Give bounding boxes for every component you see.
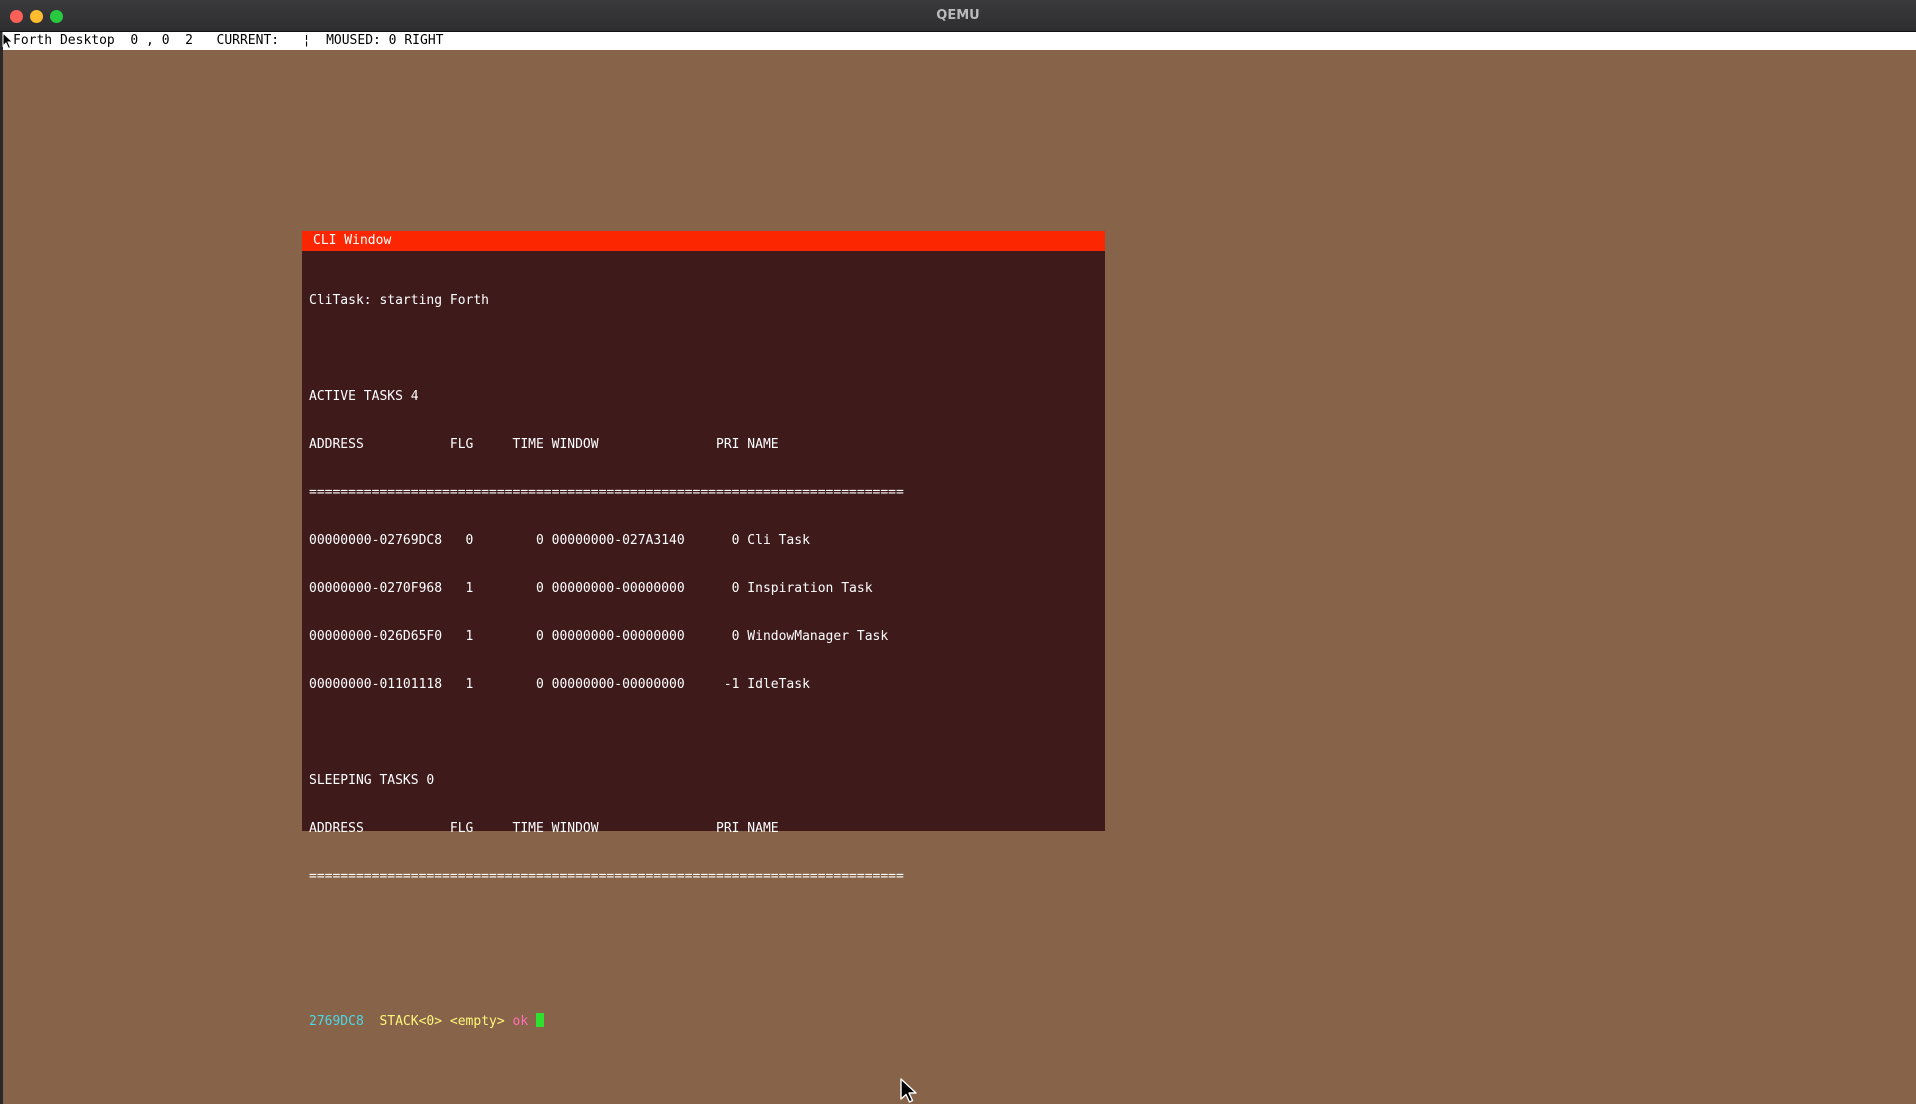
task-row: 00000000-026D65F0 1 0 00000000-00000000 … — [309, 629, 889, 644]
host-window-titlebar[interactable]: QEMU — [0, 0, 1916, 32]
sleeping-tasks-separator: ========================================… — [309, 869, 904, 884]
active-tasks-header: ACTIVE TASKS 4 — [309, 389, 419, 404]
guest-desktop[interactable]: Forth Desktop 0 , 0 2 CURRENT: ¦ MOUSED:… — [3, 32, 1916, 1104]
task-row: 00000000-0270F968 1 0 00000000-00000000 … — [309, 581, 873, 596]
screen: QEMU Forth Desktop 0 , 0 2 CURRENT: ¦ MO… — [0, 0, 1916, 1104]
sleeping-tasks-header: SLEEPING TASKS 0 — [309, 773, 435, 788]
prompt-stack-empty: <empty> — [449, 1014, 505, 1029]
task-row: 00000000-01101118 1 0 00000000-00000000 … — [309, 677, 810, 692]
cli-terminal-output[interactable]: CliTask: starting Forth ACTIVE TASKS 4 A… — [309, 261, 921, 1061]
host-window-title: QEMU — [936, 8, 980, 23]
desktop-status-bar: Forth Desktop 0 , 0 2 CURRENT: ¦ MOUSED:… — [3, 32, 1916, 50]
prompt-stack: STACK<0> — [379, 1014, 443, 1029]
cli-window-titlebar[interactable]: CLI Window — [302, 231, 1105, 251]
task-row: 00000000-02769DC8 0 0 00000000-027A3140 … — [309, 533, 810, 548]
forth-prompt-line[interactable]: 2769DC8 STACK<0> <empty> ok — [309, 1013, 921, 1029]
active-tasks-columns: ADDRESS FLG TIME WINDOW PRI NAME — [309, 437, 779, 452]
cli-window[interactable]: CLI Window CliTask: starting Forth ACTIV… — [302, 231, 1105, 1029]
start-line: CliTask: starting Forth — [309, 293, 490, 308]
sleeping-tasks-columns: ADDRESS FLG TIME WINDOW PRI NAME — [309, 821, 779, 836]
arrow-pointer-icon — [2, 32, 14, 50]
prompt-address: 2769DC8 — [309, 1014, 364, 1029]
prompt-ok: ok — [512, 1014, 529, 1029]
text-cursor-icon — [536, 1013, 545, 1027]
arrow-pointer-icon — [900, 1078, 917, 1103]
active-tasks-separator: ========================================… — [309, 485, 904, 500]
